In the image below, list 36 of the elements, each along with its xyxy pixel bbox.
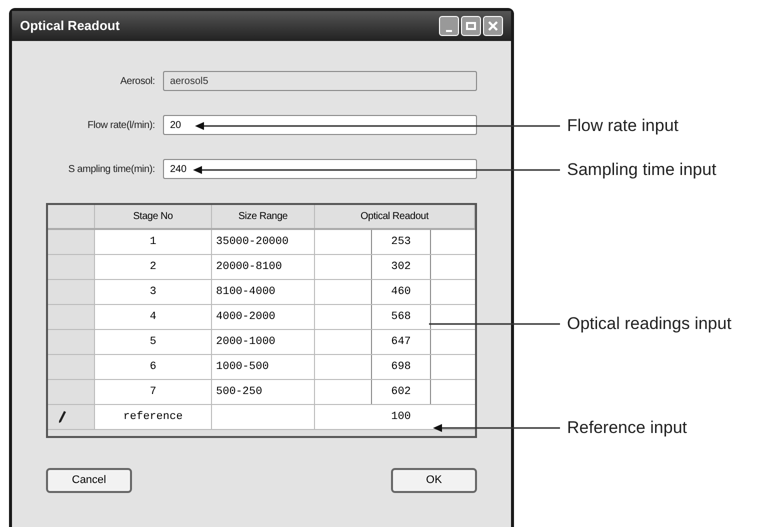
table-cell: 500-250 [212, 380, 315, 405]
row-header[interactable] [48, 405, 95, 430]
table-cell: 4000-2000 [212, 305, 315, 330]
field-label: S ampling time(min): [67, 162, 156, 176]
table-cell: 35000-20000 [212, 230, 315, 255]
field-label: Flow rate(l/min): [86, 118, 156, 132]
table-cell: reference [95, 405, 212, 430]
table-cell: 4 [95, 305, 212, 330]
text-field[interactable]: 240 [162, 159, 477, 179]
pencil-icon [58, 411, 66, 423]
annotation-label: Optical readings input [567, 314, 732, 334]
table-cell: 1 [95, 230, 212, 255]
table-cell: 5 [95, 330, 212, 355]
column-header: Size Range [212, 205, 315, 228]
table-cell: 20000-8100 [212, 255, 315, 280]
table-cell: 3 [95, 280, 212, 305]
table-cell: 8100-4000 [212, 280, 315, 305]
window-title: Optical Readout [20, 17, 120, 36]
text-field[interactable]: 20 [162, 115, 477, 135]
annotation-label: Reference input [567, 418, 688, 438]
column-header: Stage No [95, 205, 212, 228]
annotation-label: Sampling time input [567, 160, 716, 180]
table-cell: 7 [95, 380, 212, 405]
close-button[interactable] [483, 16, 503, 36]
table-cell: 2 [95, 255, 212, 280]
table-cell: 6 [95, 355, 212, 380]
table-cell: 1000-500 [212, 355, 315, 380]
maximize-button[interactable] [461, 16, 481, 36]
minimize-button[interactable] [439, 16, 459, 36]
annotation-label: Flow rate input [567, 116, 678, 136]
field-label: Aerosol: [119, 74, 156, 88]
column-header: Optical Readout [315, 205, 475, 228]
ok-button[interactable]: OK [391, 468, 477, 493]
table-cell: 2000-1000 [212, 330, 315, 355]
close-icon [487, 20, 499, 32]
cancel-button[interactable]: Cancel [46, 468, 132, 493]
